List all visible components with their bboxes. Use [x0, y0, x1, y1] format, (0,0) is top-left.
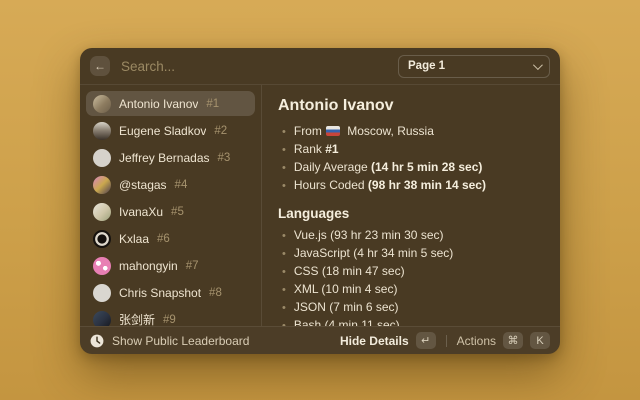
- info-pre: Rank: [294, 142, 325, 156]
- cmd-key-icon: ⌘: [503, 332, 523, 349]
- wakatime-clock-icon: [90, 334, 104, 348]
- user-name: IvanaXu: [119, 205, 163, 219]
- language-label: Bash (4 min 11 sec): [294, 317, 400, 326]
- navbar: ← Page 1: [80, 48, 560, 85]
- k-key-icon: K: [530, 332, 550, 349]
- list-item-user[interactable]: Kxlaa #6: [86, 226, 255, 251]
- info-pre: Hours Coded: [294, 178, 368, 192]
- user-rank: #9: [163, 314, 176, 326]
- user-rank: #1: [206, 98, 219, 110]
- language-item: • Vue.js (93 hr 23 min 30 sec): [278, 227, 544, 245]
- user-name: mahongyin: [119, 259, 178, 273]
- user-name: Jeffrey Bernadas: [119, 151, 210, 165]
- avatar: [93, 230, 111, 248]
- back-arrow-icon: ←: [94, 59, 106, 73]
- footer-action-left[interactable]: Show Public Leaderboard: [90, 334, 340, 348]
- language-label: Vue.js (93 hr 23 min 30 sec): [294, 227, 444, 244]
- info-item: • Daily Average (14 hr 5 min 28 sec): [278, 159, 544, 177]
- list-item-user[interactable]: IvanaXu #5: [86, 199, 255, 224]
- user-name: Antonio Ivanov: [119, 97, 198, 111]
- user-name: @stagas: [119, 178, 167, 192]
- language-item: • JSON (7 min 6 sec): [278, 299, 544, 317]
- language-label: JSON (7 min 6 sec): [294, 299, 399, 316]
- search-input[interactable]: [119, 58, 398, 75]
- footer: Show Public Leaderboard Hide Details ↵ A…: [80, 326, 560, 354]
- list-item-user[interactable]: @stagas #4: [86, 172, 255, 197]
- detail-title: Antonio Ivanov: [278, 97, 544, 115]
- user-rank: #7: [186, 260, 199, 272]
- bullet-icon: •: [282, 160, 286, 177]
- enter-key-icon: ↵: [416, 332, 436, 349]
- info-bold: (14 hr 5 min 28 sec): [371, 160, 482, 174]
- user-name: Kxlaa: [119, 232, 149, 246]
- user-name: 张剑新: [119, 311, 155, 326]
- avatar: [93, 311, 111, 327]
- language-item: • JavaScript (4 hr 34 min 5 sec): [278, 245, 544, 263]
- info-bold: #1: [325, 142, 338, 156]
- user-list: Antonio Ivanov #1 Eugene Sladkov #2 Jeff…: [80, 85, 262, 326]
- actions-button[interactable]: Actions: [457, 334, 496, 348]
- footer-action-right: Hide Details ↵ Actions ⌘ K: [340, 332, 550, 349]
- user-rank: #4: [175, 179, 188, 191]
- list-item-user[interactable]: 张剑新 #9: [86, 307, 255, 326]
- user-name: Chris Snapshot: [119, 286, 201, 300]
- info-post: Moscow, Russia: [344, 124, 434, 138]
- page-dropdown[interactable]: Page 1: [398, 55, 550, 78]
- bullet-icon: •: [282, 246, 286, 263]
- user-rank: #8: [209, 287, 222, 299]
- page-dropdown-value: Page 1: [408, 60, 445, 72]
- avatar: [93, 176, 111, 194]
- list-item-user[interactable]: Antonio Ivanov #1: [86, 91, 255, 116]
- content-area: Antonio Ivanov #1 Eugene Sladkov #2 Jeff…: [80, 85, 560, 326]
- language-item: • XML (10 min 4 sec): [278, 281, 544, 299]
- info-item: • Rank #1: [278, 141, 544, 159]
- user-rank: #2: [214, 125, 227, 137]
- info-pre: Daily Average: [294, 160, 371, 174]
- hide-details-button[interactable]: Hide Details: [340, 334, 409, 348]
- user-rank: #3: [218, 152, 231, 164]
- language-label: XML (10 min 4 sec): [294, 281, 398, 298]
- info-item: • From Moscow, Russia: [278, 123, 544, 141]
- avatar: [93, 95, 111, 113]
- footer-separator: [446, 335, 447, 347]
- info-pre: From: [294, 124, 322, 138]
- info-list: • From Moscow, Russia • Rank #1 • Daily …: [278, 123, 544, 195]
- language-label: CSS (18 min 47 sec): [294, 263, 405, 280]
- list-item-user[interactable]: Jeffrey Bernadas #3: [86, 145, 255, 170]
- avatar: [93, 149, 111, 167]
- bullet-icon: •: [282, 282, 286, 299]
- avatar: [93, 257, 111, 275]
- avatar: [93, 122, 111, 140]
- language-item: • CSS (18 min 47 sec): [278, 263, 544, 281]
- back-button[interactable]: ←: [90, 56, 110, 76]
- bullet-icon: •: [282, 318, 286, 326]
- bullet-icon: •: [282, 178, 286, 195]
- bullet-icon: •: [282, 264, 286, 281]
- language-list: • Vue.js (93 hr 23 min 30 sec) • JavaScr…: [278, 227, 544, 326]
- list-item-user[interactable]: mahongyin #7: [86, 253, 255, 278]
- info-item: • Hours Coded (98 hr 38 min 14 sec): [278, 177, 544, 195]
- list-item-user[interactable]: Eugene Sladkov #2: [86, 118, 255, 143]
- avatar: [93, 203, 111, 221]
- bullet-icon: •: [282, 142, 286, 159]
- bullet-icon: •: [282, 228, 286, 245]
- bullet-icon: •: [282, 300, 286, 317]
- user-name: Eugene Sladkov: [119, 124, 206, 138]
- avatar: [93, 284, 111, 302]
- command-palette-window: ← Page 1 Antonio Ivanov #1 Eugene Sladko…: [80, 48, 560, 354]
- user-rank: #5: [171, 206, 184, 218]
- russia-flag-icon: [326, 126, 340, 136]
- languages-heading: Languages: [278, 206, 544, 221]
- bullet-icon: •: [282, 124, 286, 141]
- info-bold: (98 hr 38 min 14 sec): [368, 178, 486, 192]
- language-label: JavaScript (4 hr 34 min 5 sec): [294, 245, 453, 262]
- footer-left-label: Show Public Leaderboard: [112, 334, 249, 348]
- chevron-down-icon: [533, 60, 543, 70]
- detail-panel: Antonio Ivanov • From Moscow, Russia • R…: [262, 85, 560, 326]
- user-rank: #6: [157, 233, 170, 245]
- list-item-user[interactable]: Chris Snapshot #8: [86, 280, 255, 305]
- language-item: • Bash (4 min 11 sec): [278, 317, 544, 326]
